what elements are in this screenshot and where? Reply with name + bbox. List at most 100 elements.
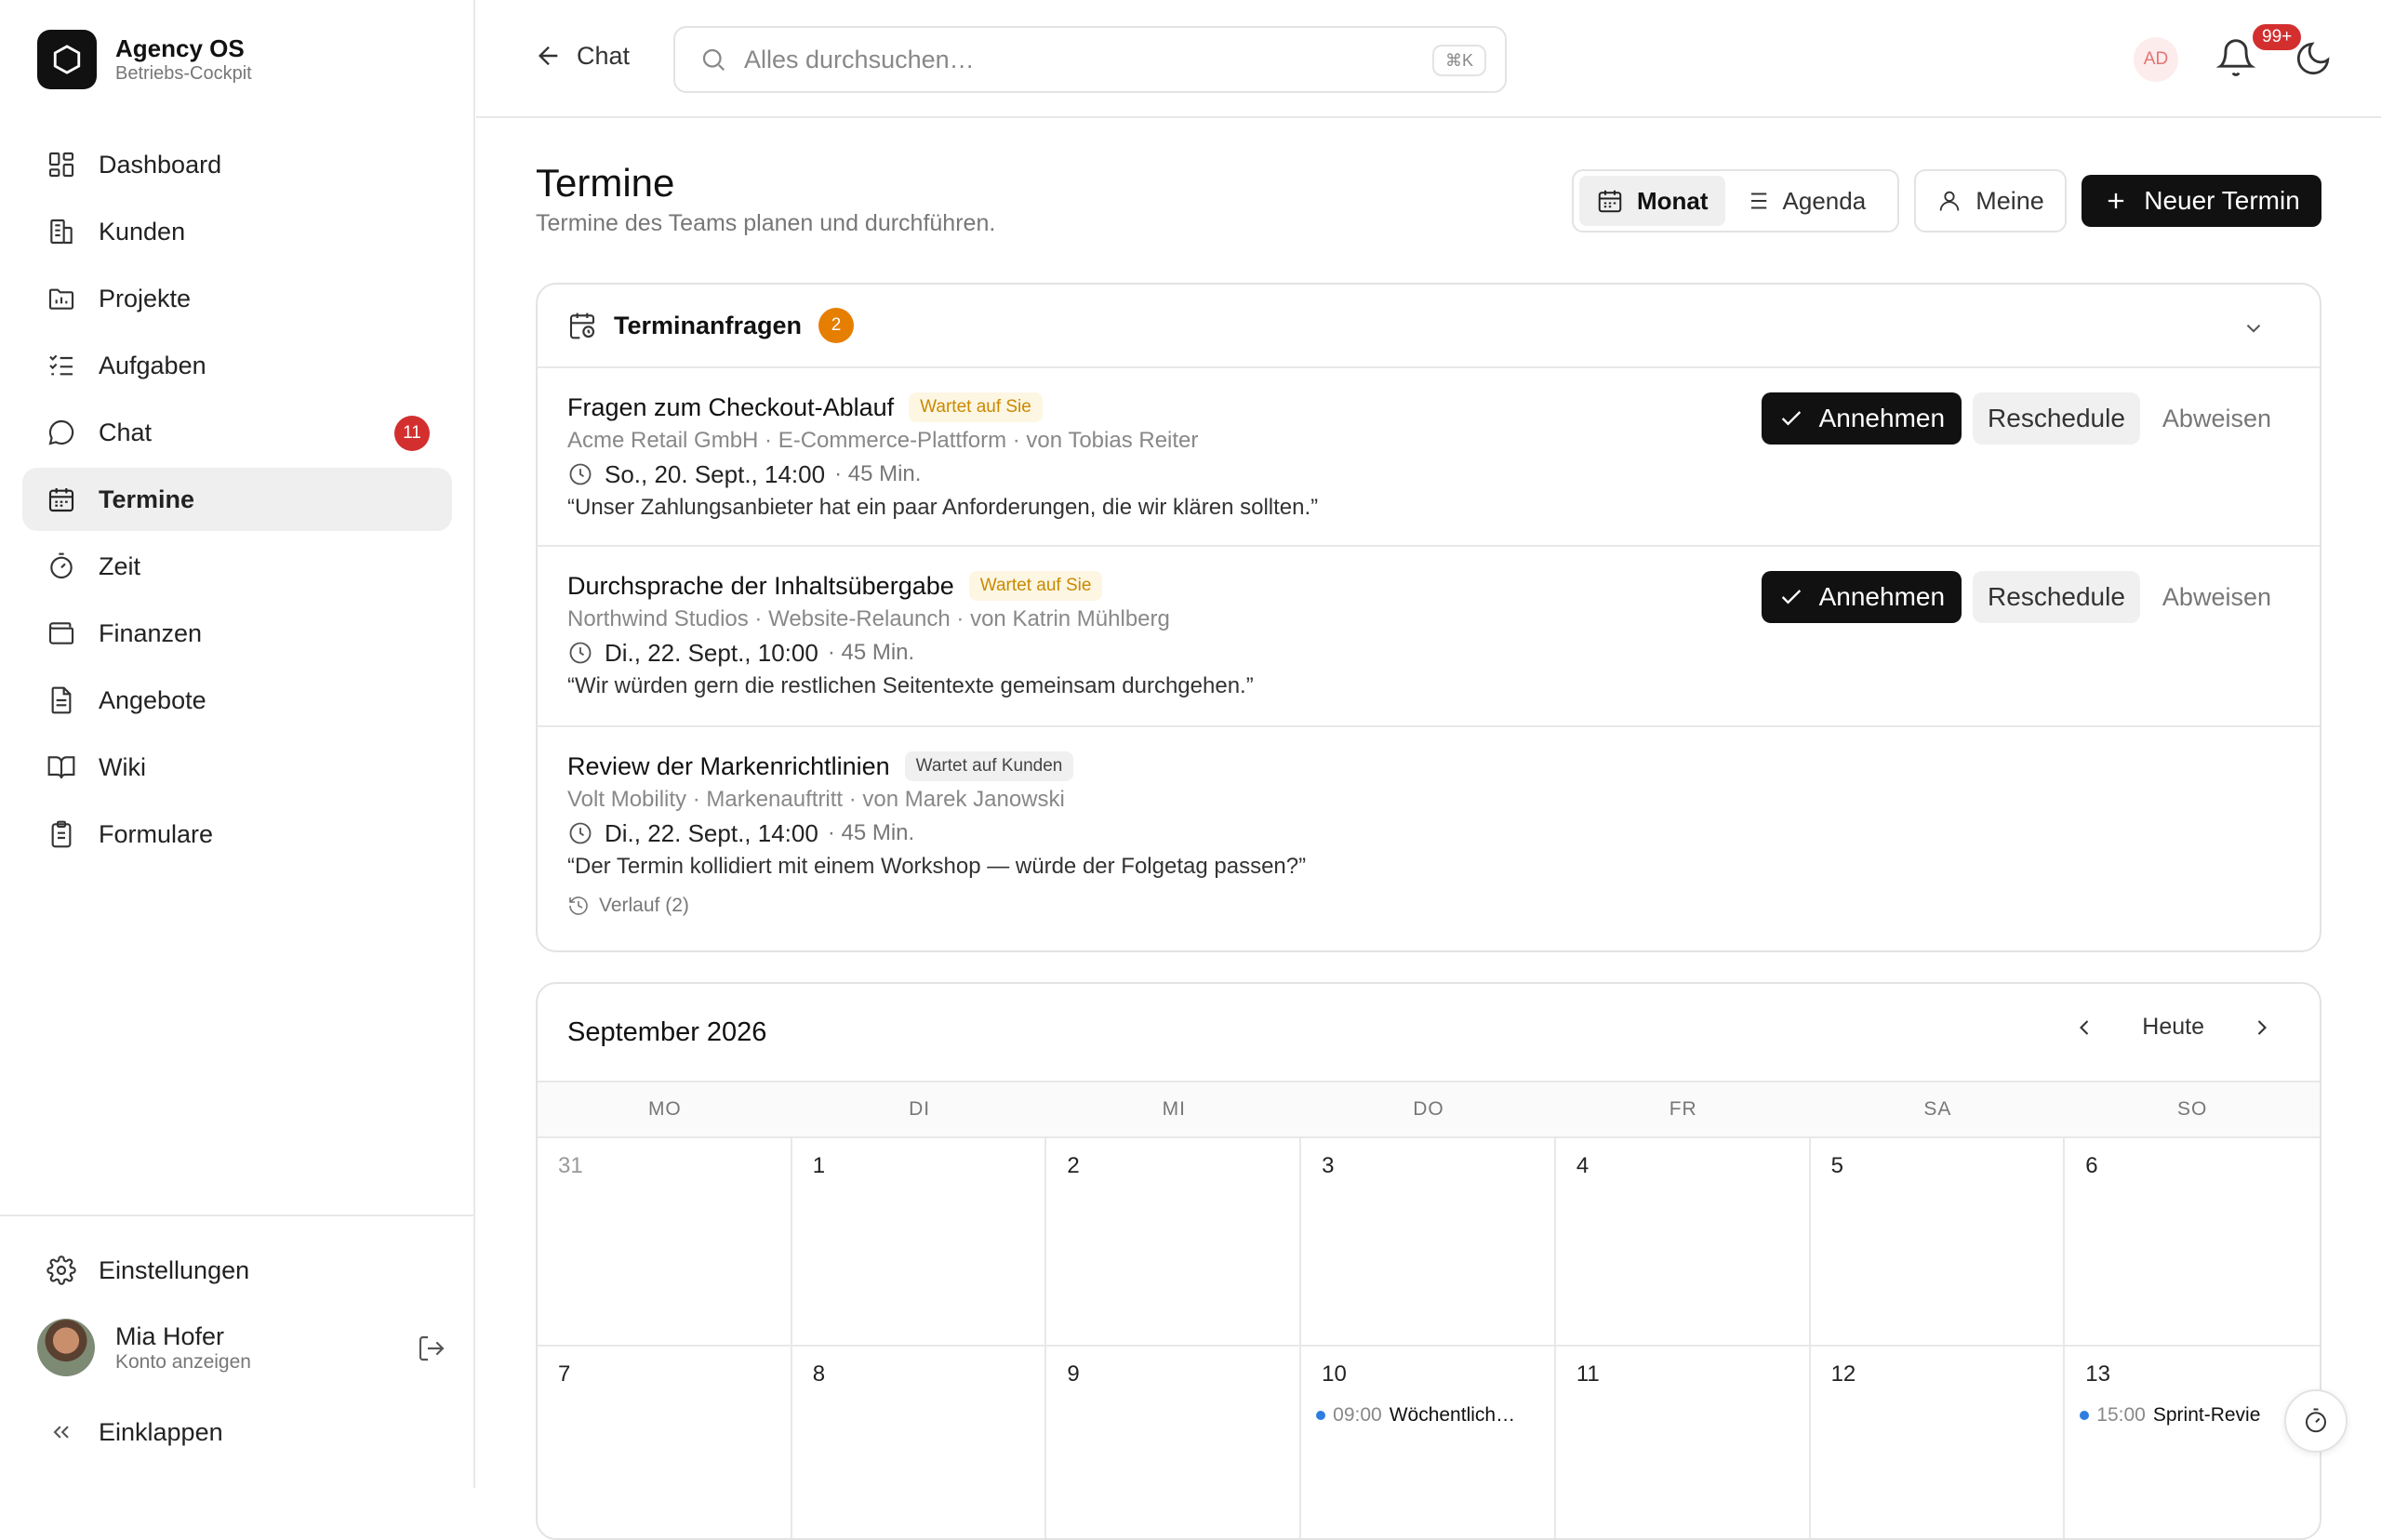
timer-icon: [45, 550, 78, 583]
calendar-day[interactable]: 3: [1301, 1138, 1556, 1347]
reschedule-button[interactable]: Reschedule: [1973, 392, 2140, 445]
user-initials-avatar[interactable]: AD: [2134, 37, 2178, 82]
reschedule-button[interactable]: Reschedule: [1973, 571, 2140, 623]
search-icon: [702, 48, 725, 72]
calendar-day[interactable]: 7: [538, 1347, 792, 1538]
sidebar-item-formulare[interactable]: Formulare: [22, 803, 452, 866]
user-icon: [1939, 191, 1960, 211]
view-month-button[interactable]: Monat: [1579, 176, 1725, 226]
sidebar-item-angebote[interactable]: Angebote: [22, 669, 452, 732]
calendar-day[interactable]: 12: [1811, 1347, 2066, 1538]
search-placeholder: Alles durchsuchen…: [744, 45, 975, 73]
calendar-day[interactable]: 31: [538, 1138, 792, 1347]
new-appointment-button[interactable]: Neuer Termin: [2082, 175, 2321, 227]
chevron-down-icon[interactable]: [2241, 316, 2282, 340]
sidebar-item-finanzen[interactable]: Finanzen: [22, 602, 452, 665]
view-agenda-label: Agenda: [1782, 186, 1867, 215]
bell-icon[interactable]: [2215, 37, 2256, 78]
collapse-button[interactable]: Einklappen: [45, 1415, 223, 1449]
calendar-event[interactable]: 09:00 Wöchentlich…: [1316, 1404, 1547, 1427]
chat-unread-badge: 11: [394, 416, 430, 451]
sidebar-item-termine[interactable]: Termine: [22, 468, 452, 531]
event-time: 15:00: [2096, 1404, 2146, 1426]
calendar-day[interactable]: 6: [2065, 1138, 2320, 1347]
history-icon: [569, 896, 588, 915]
sidebar-item-label: Zeit: [99, 551, 141, 580]
day-number: 4: [1576, 1153, 1590, 1178]
calendar-day[interactable]: 13 15:00 Sprint-Revie: [2065, 1347, 2320, 1538]
chevron-left-icon[interactable]: [2071, 1015, 2097, 1041]
decline-button[interactable]: Abweisen: [2151, 571, 2282, 623]
calendar-day[interactable]: 1: [791, 1138, 1047, 1347]
moon-icon[interactable]: [2294, 39, 2333, 78]
user-account-link: Konto anzeigen: [115, 1351, 251, 1373]
status-badge: Wartet auf Kunden: [904, 751, 1074, 781]
calendar-day[interactable]: 8: [792, 1347, 1047, 1538]
arrow-left-icon: [538, 46, 558, 66]
calendar-icon: [45, 483, 78, 516]
clock-icon: [569, 463, 592, 485]
request-message: “Der Termin kollidiert mit einem Worksho…: [567, 854, 1307, 879]
calendar-clock-icon: [569, 312, 595, 339]
calendar-day[interactable]: 2: [1046, 1138, 1302, 1347]
event-dot: [2080, 1411, 2090, 1420]
sidebar-item-aufgaben[interactable]: Aufgaben: [22, 334, 452, 397]
building-icon: [45, 215, 78, 248]
sidebar-item-wiki[interactable]: Wiki: [22, 736, 452, 799]
topbar: Chat Alles durchsuchen… ⌘K AD 99+: [476, 0, 2381, 118]
clipboard-icon: [45, 817, 78, 851]
calendar-day[interactable]: 9: [1046, 1347, 1302, 1538]
requests-count-badge: 2: [818, 308, 855, 343]
day-number: 2: [1067, 1153, 1080, 1178]
back-to-chat-button[interactable]: Chat: [534, 41, 630, 71]
event-title: Sprint-Revie: [2152, 1404, 2261, 1426]
event-dot: [1316, 1411, 1326, 1420]
clock-icon: [569, 822, 592, 844]
brand-title: Agency OS: [115, 34, 245, 62]
view-agenda-button[interactable]: Agenda: [1725, 176, 1883, 226]
sidebar-item-label: Dashboard: [99, 150, 222, 179]
decline-button[interactable]: Abweisen: [2151, 392, 2282, 445]
calendar-day[interactable]: 4: [1555, 1138, 1811, 1347]
event-title: Wöchentlich…: [1389, 1404, 1516, 1426]
settings-label: Einstellungen: [99, 1255, 250, 1284]
timer-icon[interactable]: [2284, 1389, 2348, 1453]
day-number: 6: [2085, 1153, 2098, 1178]
request-item: Durchsprache der Inhaltsübergabe Wartet …: [538, 547, 2320, 727]
history-link[interactable]: Verlauf (2): [567, 895, 2290, 917]
back-label: Chat: [577, 41, 631, 70]
mine-filter-button[interactable]: Meine: [1914, 169, 2067, 232]
user-account[interactable]: Mia Hofer Konto anzeigen: [37, 1319, 446, 1376]
chevron-right-icon[interactable]: [2249, 1015, 2275, 1041]
calendar-day[interactable]: 5: [1810, 1138, 2066, 1347]
logout-icon[interactable]: [417, 1334, 446, 1363]
today-button[interactable]: Heute: [2142, 1014, 2204, 1041]
settings-button[interactable]: Einstellungen: [45, 1254, 249, 1287]
sidebar-item-projekte[interactable]: Projekte: [22, 267, 452, 330]
sidebar-item-zeit[interactable]: Zeit: [22, 535, 452, 598]
calendar-event[interactable]: 15:00 Sprint-Revie: [2080, 1404, 2312, 1427]
day-number: 13: [2085, 1361, 2110, 1387]
weekday-label: SO: [2176, 1098, 2208, 1120]
accept-button[interactable]: Annehmen: [1761, 571, 1962, 623]
brand[interactable]: Agency OS Betriebs-Cockpit: [37, 30, 252, 89]
requests-header[interactable]: Terminanfragen 2: [538, 285, 2320, 368]
weekday-label: MI: [1162, 1098, 1186, 1120]
request-duration: · 45 Min.: [834, 461, 922, 486]
sidebar-item-chat[interactable]: Chat 11: [22, 401, 452, 464]
request-title: Review der Markenrichtlinien: [567, 752, 890, 780]
request-time: Di., 22. Sept., 14:00: [605, 819, 818, 847]
request-time: So., 20. Sept., 14:00: [605, 460, 826, 488]
sidebar-item-kunden[interactable]: Kunden: [22, 200, 452, 263]
calendar-day[interactable]: 11: [1556, 1347, 1811, 1538]
sidebar-item-dashboard[interactable]: Dashboard: [22, 133, 452, 196]
calendar-day[interactable]: 10 09:00 Wöchentlich…: [1301, 1347, 1556, 1538]
page-title: Termine: [536, 161, 675, 205]
calendar-icon: [1598, 190, 1622, 213]
dashboard-icon: [45, 148, 78, 181]
check-icon: [1781, 411, 1801, 426]
sidebar-item-label: Aufgaben: [99, 351, 206, 379]
search-input[interactable]: Alles durchsuchen… ⌘K: [673, 26, 1507, 93]
request-meta: Volt Mobility · Markenauftritt · von Mar…: [567, 787, 1065, 812]
accept-button[interactable]: Annehmen: [1761, 392, 1962, 445]
